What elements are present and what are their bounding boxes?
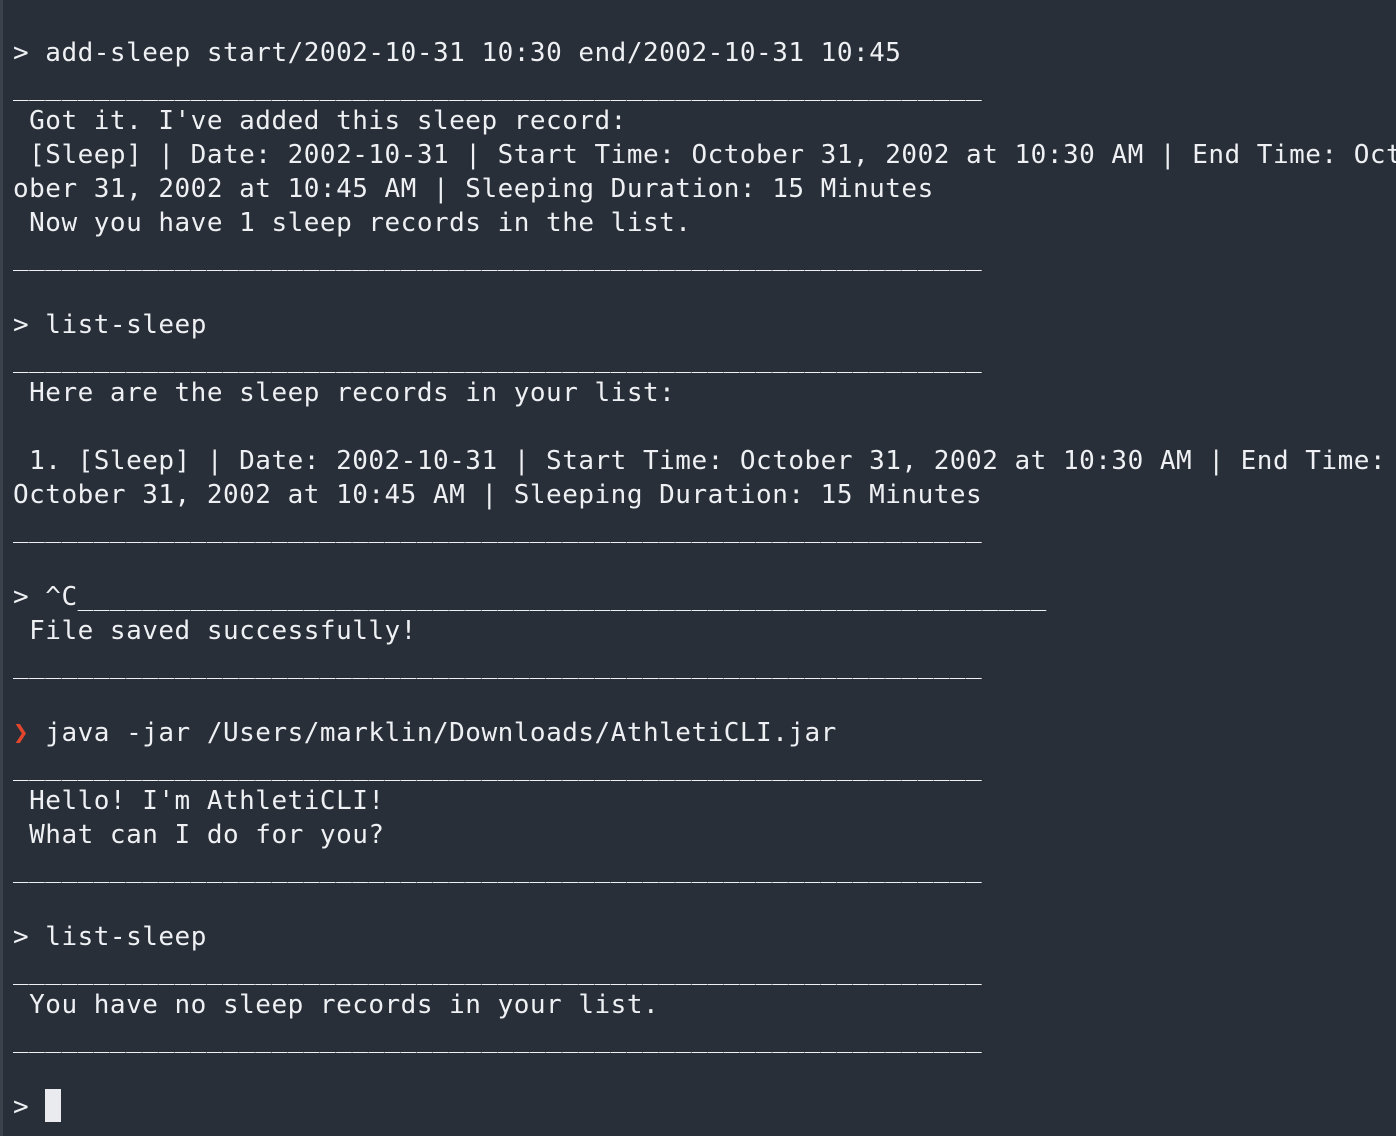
prompt-symbol: > — [13, 38, 30, 68]
prompt-symbol: > — [13, 310, 30, 340]
output-line: October 31, 2002 at 10:45 AM | Sleeping … — [13, 480, 983, 510]
separator-line: ________________________________________… — [13, 344, 983, 374]
separator-line: ________________________________________… — [13, 242, 983, 272]
separator-line: ________________________________________… — [13, 650, 983, 680]
output-line: Here are the sleep records in your list: — [13, 378, 676, 408]
separator-line: ________________________________________… — [13, 1024, 983, 1054]
active-prompt-line[interactable]: > — [13, 1089, 62, 1124]
output-line: You have no sleep records in your list. — [13, 990, 660, 1020]
output-line: ober 31, 2002 at 10:45 AM | Sleeping Dur… — [13, 174, 934, 204]
output-line: File saved successfully! — [13, 616, 417, 646]
command-line: > list-sleep — [13, 920, 207, 954]
prompt-symbol: > — [13, 1092, 30, 1122]
command-line: > add-sleep start/2002-10-31 10:30 end/2… — [13, 36, 901, 70]
output-line: Now you have 1 sleep records in the list… — [13, 208, 692, 238]
shell-prompt-icon: ❯ — [13, 718, 30, 748]
output-line: [Sleep] | Date: 2002-10-31 | Start Time:… — [13, 140, 1396, 170]
output-line: 1. [Sleep] | Date: 2002-10-31 | Start Ti… — [13, 446, 1387, 476]
text-cursor[interactable] — [45, 1089, 62, 1122]
output-line: Got it. I've added this sleep record: — [13, 106, 627, 136]
shell-command-line: ❯ java -jar /Users/marklin/Downloads/Ath… — [13, 716, 837, 750]
command-line: > ^C____________________________________… — [13, 580, 1047, 614]
output-line: What can I do for you? — [13, 820, 385, 850]
command-text: list-sleep — [29, 310, 207, 340]
command-text: ^C______________________________________… — [29, 582, 1047, 612]
separator-line: ________________________________________… — [13, 956, 983, 986]
separator-line: ________________________________________… — [13, 854, 983, 884]
command-text: java -jar /Users/marklin/Downloads/Athle… — [29, 718, 837, 748]
prompt-symbol: > — [13, 582, 30, 612]
separator-line: ________________________________________… — [13, 752, 983, 782]
separator-line: ________________________________________… — [13, 514, 983, 544]
terminal-window[interactable]: > add-sleep start/2002-10-31 10:30 end/2… — [0, 0, 1396, 1136]
command-line: > list-sleep — [13, 308, 207, 342]
command-text: list-sleep — [29, 922, 207, 952]
output-line: Hello! I'm AthletiCLI! — [13, 786, 385, 816]
separator-line: ________________________________________… — [13, 72, 983, 102]
command-text: add-sleep start/2002-10-31 10:30 end/200… — [29, 38, 902, 68]
prompt-symbol: > — [13, 922, 30, 952]
